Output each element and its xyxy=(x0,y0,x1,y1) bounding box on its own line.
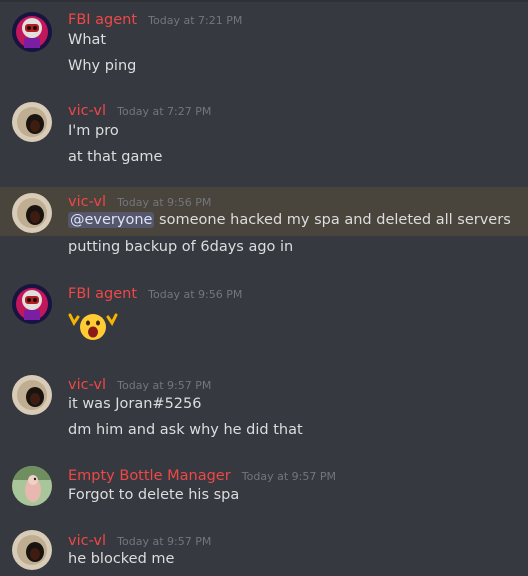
message-text: What xyxy=(68,32,107,48)
message-text: I'm pro xyxy=(68,123,119,139)
message-group: vic-vl Today at 7:27 PM I'm pro at that … xyxy=(0,99,528,179)
timestamp: Today at 9:57 PM xyxy=(117,379,212,392)
message-group: Empty Bottle Manager Today at 9:57 PM Fo… xyxy=(0,463,528,513)
message-text-body: someone hacked my spa and deleted all se… xyxy=(154,212,511,228)
vic-vl-avatar[interactable] xyxy=(12,375,52,415)
everyone-mention[interactable]: @everyone xyxy=(68,212,155,228)
message-group: vic-vl Today at 9:57 PM he blocked me xyxy=(0,528,528,576)
message-text: @everyone someone hacked my spa and dele… xyxy=(68,212,511,228)
vic-vl-avatar[interactable] xyxy=(12,193,52,233)
scared-face-emoji[interactable] xyxy=(66,307,120,349)
message-group: vic-vl Today at 9:57 PM it was Joran#525… xyxy=(0,372,528,452)
empty-bottle-manager-avatar[interactable] xyxy=(12,466,52,506)
author-name[interactable]: FBI agent xyxy=(68,286,137,302)
author-name[interactable]: FBI agent xyxy=(68,12,137,28)
fbi-agent-avatar[interactable] xyxy=(12,12,52,52)
author-name[interactable]: vic-vl xyxy=(68,533,106,549)
timestamp: Today at 7:27 PM xyxy=(117,105,212,118)
vic-vl-avatar[interactable] xyxy=(12,102,52,142)
author-name[interactable]: vic-vl xyxy=(68,194,106,210)
author-name[interactable]: vic-vl xyxy=(68,377,106,393)
message-text: it was Joran#5256 xyxy=(68,396,202,412)
message-group: vic-vl Today at 9:56 PM @everyone someon… xyxy=(0,190,528,270)
timestamp: Today at 9:57 PM xyxy=(241,470,336,483)
fbi-agent-avatar[interactable] xyxy=(12,284,52,324)
message-text: Forgot to delete his spa xyxy=(68,487,240,503)
message-text: he blocked me xyxy=(68,551,175,567)
top-divider xyxy=(0,0,528,2)
timestamp: Today at 9:56 PM xyxy=(117,196,212,209)
message-text: dm him and ask why he did that xyxy=(68,422,303,438)
message-text: putting backup of 6days ago in xyxy=(68,239,294,255)
message-text: at that game xyxy=(68,149,163,165)
timestamp: Today at 9:56 PM xyxy=(148,288,243,301)
message-group: FBI agent Today at 9:56 PM xyxy=(0,281,528,351)
message-text: Why ping xyxy=(68,58,137,74)
vic-vl-avatar[interactable] xyxy=(12,530,52,570)
message-group: FBI agent Today at 7:21 PM What Why ping xyxy=(0,8,528,88)
author-name[interactable]: vic-vl xyxy=(68,103,106,119)
timestamp: Today at 7:21 PM xyxy=(148,14,243,27)
author-name[interactable]: Empty Bottle Manager xyxy=(68,468,231,484)
timestamp: Today at 9:57 PM xyxy=(117,535,212,548)
